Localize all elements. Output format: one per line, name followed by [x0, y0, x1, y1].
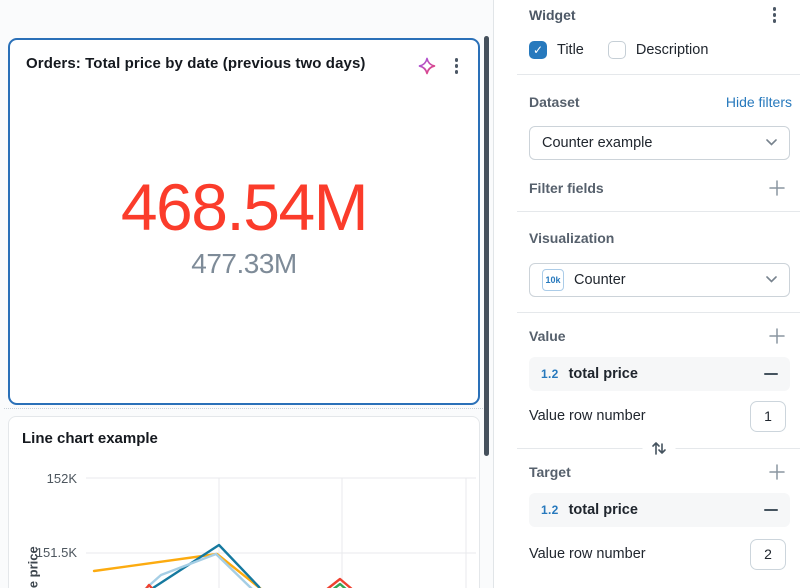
title-checkbox[interactable]: ✓	[529, 41, 547, 59]
hide-filters-link[interactable]: Hide filters	[726, 94, 792, 110]
swap-value-target-icon[interactable]	[642, 440, 675, 461]
counter-widget-title: Orders: Total price by date (previous tw…	[26, 55, 366, 72]
counter-widget-header: Orders: Total price by date (previous tw…	[10, 40, 478, 76]
description-checkbox[interactable]: ✓	[608, 41, 626, 59]
counter-value: 468.54M	[121, 173, 367, 242]
numeric-type-icon: 1.2	[541, 503, 559, 517]
panel-kebab-menu-icon[interactable]	[769, 5, 781, 25]
divider	[517, 448, 800, 449]
value-field-row[interactable]: 1.2 total price	[529, 357, 790, 391]
panel-title: Widget	[529, 7, 576, 23]
value-row-number-input[interactable]	[750, 401, 786, 432]
counter-widget-card[interactable]: Orders: Total price by date (previous tw…	[8, 38, 480, 405]
canvas-scrollbar[interactable]	[484, 36, 489, 456]
divider	[517, 74, 800, 75]
check-icon: ✓	[533, 44, 543, 56]
divider	[517, 312, 800, 313]
visualization-select[interactable]: 10k Counter	[529, 263, 790, 297]
target-row-number-input[interactable]	[750, 539, 786, 570]
target-field-name: total price	[569, 502, 764, 518]
description-checkbox-label: Description	[636, 42, 709, 58]
value-field-name: total price	[569, 366, 764, 382]
add-value-field-icon[interactable]	[768, 327, 786, 345]
widget-settings-panel: Widget ✓ Title ✓ Description Dataset Hid…	[495, 0, 800, 588]
dataset-select[interactable]: Counter example	[529, 126, 790, 160]
line-chart-widget-card[interactable]: Line chart example 152K 151.5K Average p…	[8, 416, 480, 588]
chevron-down-icon	[766, 276, 777, 283]
line-chart-title: Line chart example	[9, 417, 479, 447]
filter-fields-label: Filter fields	[529, 180, 604, 196]
counter-target-value: 477.33M	[191, 248, 296, 280]
value-section-label: Value	[529, 328, 566, 344]
remove-target-field-icon[interactable]	[764, 504, 778, 516]
target-section-label: Target	[529, 464, 571, 480]
chevron-down-icon	[766, 139, 777, 146]
counter-visualization: 468.54M 477.33M	[10, 76, 478, 403]
remove-value-field-icon[interactable]	[764, 368, 778, 380]
dashboard-grid-dotted-line	[4, 408, 483, 409]
add-target-field-icon[interactable]	[768, 463, 786, 481]
dataset-selected-value: Counter example	[542, 135, 766, 151]
widget-kebab-menu-icon[interactable]	[451, 56, 463, 76]
visualization-section-label: Visualization	[529, 230, 614, 246]
y-axis-tick-151-5k: 151.5K	[15, 545, 77, 560]
target-row-number-label: Value row number	[529, 546, 646, 562]
visualization-selected-value: Counter	[574, 272, 766, 288]
divider	[517, 211, 800, 212]
numeric-type-icon: 1.2	[541, 367, 559, 381]
value-row-number-label: Value row number	[529, 408, 646, 424]
title-checkbox-label: Title	[557, 42, 584, 58]
y-axis-tick-152k: 152K	[15, 471, 77, 486]
dataset-section-label: Dataset	[529, 94, 580, 110]
sparkle-ai-icon[interactable]	[417, 56, 437, 76]
dashboard-canvas: Orders: Total price by date (previous tw…	[0, 0, 494, 588]
add-filter-field-icon[interactable]	[768, 179, 786, 197]
target-field-row[interactable]: 1.2 total price	[529, 493, 790, 527]
counter-viz-icon: 10k	[542, 269, 564, 291]
y-axis-label: Average price	[26, 546, 41, 588]
